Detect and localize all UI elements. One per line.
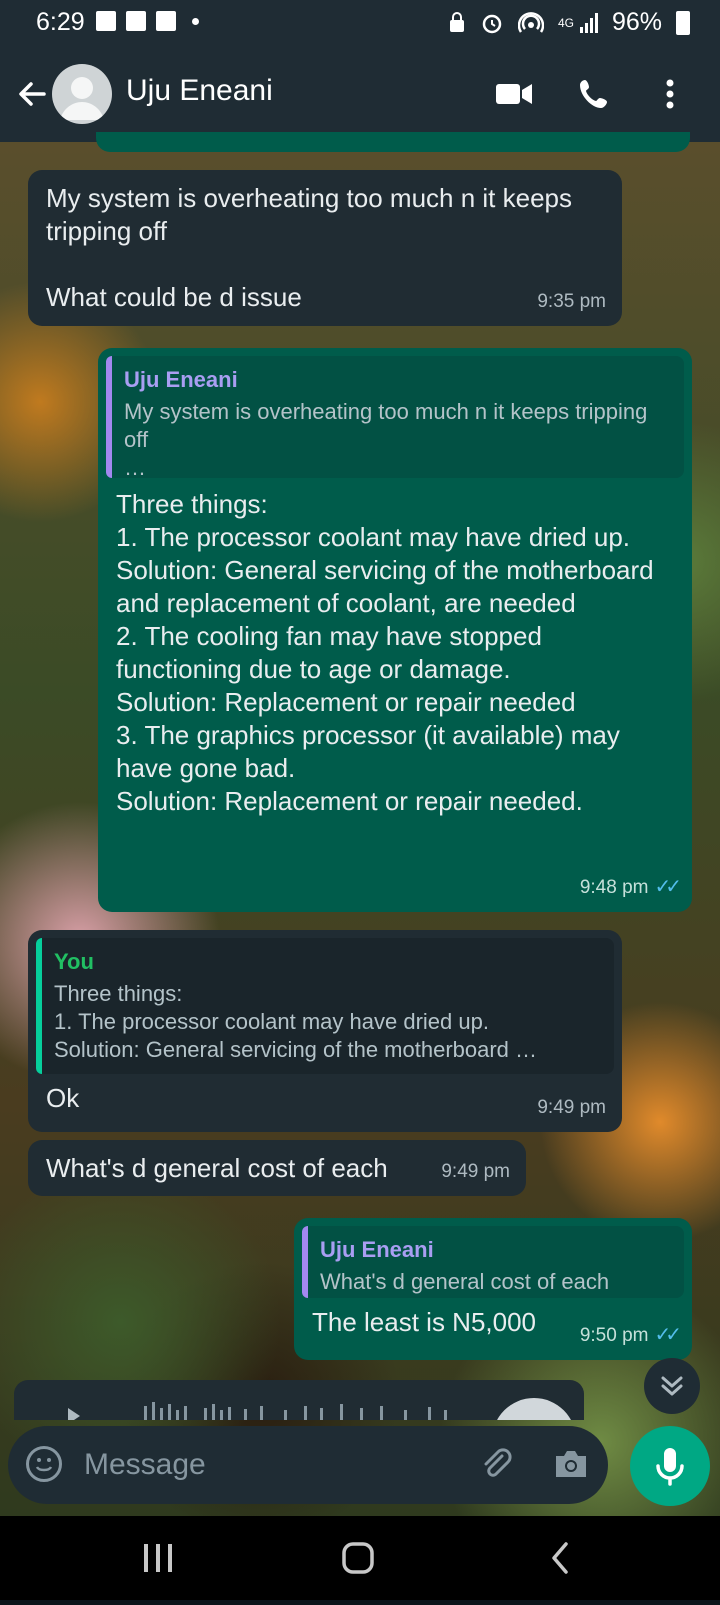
back-arrow-icon[interactable]: [14, 76, 50, 112]
recent-apps-icon: [144, 1544, 172, 1572]
chat-header: Uju Eneani: [0, 46, 720, 142]
voice-call-icon[interactable]: [576, 76, 616, 112]
system-navigation-bar: [0, 1516, 720, 1600]
back-nav-icon: [552, 1542, 568, 1574]
system-icons: 4G 96%: [448, 8, 690, 37]
facebook-icon: [126, 11, 146, 31]
quoted-reply[interactable]: Uju Eneani My system is overheating too …: [106, 356, 684, 480]
home-icon: [342, 1542, 374, 1574]
more-notifications-dot: [192, 17, 199, 25]
microphone-icon: [656, 1448, 684, 1486]
nav-buttons: [144, 1542, 568, 1574]
contact-name[interactable]: Uju Eneani: [126, 74, 273, 108]
message-time: 9:48 pm: [579, 877, 649, 898]
folder-icon: [96, 11, 116, 31]
message-text: Three things: 1. The processor coolant m…: [116, 489, 654, 816]
voice-waveform-icon: [68, 1398, 571, 1420]
message-input[interactable]: Message: [84, 1448, 206, 1482]
message-time: 9:35 pm: [537, 291, 606, 312]
camera-icon[interactable]: [552, 1448, 590, 1480]
quote-author: You: [54, 949, 94, 974]
message-time-wrap: 9:50 pm ✓✓: [579, 1319, 682, 1352]
emoji-icon[interactable]: [26, 1446, 62, 1482]
voice-message-partial[interactable]: [14, 1380, 584, 1420]
read-receipt-icon: ✓✓: [654, 1324, 681, 1346]
quote-author: Uju Eneani: [320, 1237, 434, 1262]
quote-text: Three things: 1. The processor coolant m…: [54, 981, 538, 1062]
more-options-icon[interactable]: [660, 76, 680, 112]
message-outgoing-5[interactable]: Uju Eneani What's d general cost of each…: [294, 1218, 692, 1360]
hotspot-icon: [517, 11, 544, 33]
message-incoming-1[interactable]: My system is overheating too much n it k…: [28, 170, 622, 326]
message-incoming-4[interactable]: What's d general cost of each 9:49 pm: [28, 1140, 526, 1196]
message-outgoing-2[interactable]: Uju Eneani My system is overheating too …: [98, 348, 692, 912]
quoted-reply[interactable]: Uju Eneani What's d general cost of each: [302, 1226, 684, 1298]
alarm-icon: [482, 14, 502, 33]
message-time: 9:49 pm: [537, 1097, 606, 1118]
default-avatar-icon: [60, 77, 104, 120]
attach-icon[interactable]: [478, 1446, 514, 1482]
message-composer[interactable]: Message: [8, 1426, 608, 1504]
message-text: What's d general cost of each: [46, 1153, 388, 1183]
quote-text: What's d general cost of each: [320, 1269, 610, 1294]
partial-message-bubble: [96, 132, 690, 152]
status-bar: 6:29 4G 96%: [0, 0, 720, 46]
quote-author: Uju Eneani: [124, 367, 238, 392]
message-text: My system is overheating too much n it k…: [46, 183, 573, 312]
scroll-to-bottom-button[interactable]: [644, 1358, 700, 1414]
message-incoming-3[interactable]: You Three things: 1. The processor coola…: [28, 930, 622, 1132]
status-time: 6:29: [36, 8, 85, 36]
video-call-icon[interactable]: [494, 76, 534, 112]
message-time: 9:50 pm: [579, 1325, 649, 1346]
signal-icon: 4G: [558, 12, 598, 33]
battery-percent: 96%: [611, 8, 662, 36]
message-time-wrap: 9:48 pm ✓✓: [579, 871, 682, 904]
quoted-reply[interactable]: You Three things: 1. The processor coola…: [36, 938, 614, 1074]
lock-icon: [449, 11, 464, 32]
contact-avatar[interactable]: [52, 64, 112, 124]
read-receipt-icon: ✓✓: [654, 876, 681, 898]
voice-record-button[interactable]: [630, 1426, 710, 1506]
svg-text:4G: 4G: [558, 16, 574, 30]
message-text: Ok: [46, 1083, 80, 1113]
message-time: 9:49 pm: [441, 1161, 510, 1182]
notification-icons: [96, 11, 199, 31]
battery-icon: [676, 10, 690, 35]
quote-text: My system is overheating too much n it k…: [124, 399, 648, 480]
double-chevron-down-icon: [661, 1376, 683, 1396]
facebook-icon-2: [156, 11, 176, 31]
